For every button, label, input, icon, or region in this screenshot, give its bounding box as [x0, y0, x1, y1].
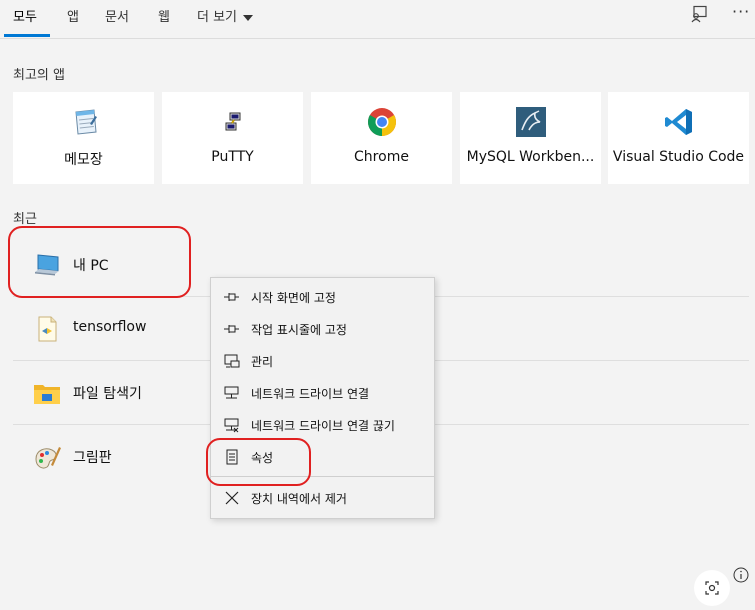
menu-item-label: 시작 화면에 고정	[251, 291, 336, 305]
app-tile-vscode[interactable]: Visual Studio Code	[608, 92, 749, 184]
menu-item-map-network-drive[interactable]: 네트워크 드라이브 연결	[211, 379, 434, 407]
app-tile-putty[interactable]: PuTTY	[162, 92, 303, 184]
tab-apps[interactable]: 앱	[67, 6, 79, 25]
menu-item-label: 네트워크 드라이브 연결 끊기	[251, 419, 395, 433]
screen-snip-button[interactable]	[694, 570, 730, 606]
tab-all[interactable]: 모두	[13, 6, 37, 25]
more-options-icon[interactable]: ···	[732, 2, 750, 21]
app-tile-mysql-workbench[interactable]: MySQL Workben...	[460, 92, 601, 184]
chrome-icon	[367, 108, 396, 136]
close-icon	[225, 491, 239, 505]
menu-item-label: 작업 표시줄에 고정	[251, 323, 347, 337]
putty-icon	[225, 112, 240, 131]
active-tab-indicator	[4, 34, 50, 37]
menu-item-label: 네트워크 드라이브 연결	[251, 387, 370, 401]
folder-icon	[34, 385, 60, 404]
menu-item-disconnect-network-drive[interactable]: 네트워크 드라이브 연결 끊기	[211, 411, 434, 439]
tab-web[interactable]: 웹	[158, 6, 170, 25]
recent-item-label: 그림판	[73, 450, 112, 466]
app-tile-label: PuTTY	[211, 149, 254, 165]
tab-more[interactable]: 더 보기	[197, 6, 254, 25]
vscode-icon	[664, 109, 692, 135]
search-tabs: 모두 앱 문서 웹 더 보기 ···	[0, 0, 755, 39]
app-tile-label: 메모장	[64, 152, 103, 168]
manage-icon	[224, 354, 240, 368]
app-tile-notepad[interactable]: 메모장	[13, 92, 154, 184]
python-file-icon	[38, 316, 57, 342]
best-apps-title: 최고의 앱	[13, 68, 65, 83]
menu-item-label: 관리	[251, 355, 274, 369]
app-tile-chrome[interactable]: Chrome	[311, 92, 452, 184]
menu-item-pin-to-start[interactable]: 시작 화면에 고정	[211, 283, 434, 311]
chevron-down-icon	[243, 14, 254, 21]
scan-icon	[705, 581, 719, 595]
tab-documents[interactable]: 문서	[105, 6, 129, 25]
network-drive-disconnect-icon	[224, 418, 239, 433]
app-tile-label: Chrome	[354, 149, 409, 165]
pin-icon	[224, 293, 239, 301]
feedback-icon[interactable]	[690, 5, 708, 23]
recent-title: 최근	[13, 212, 37, 227]
app-tile-label: Visual Studio Code	[612, 149, 745, 165]
network-drive-icon	[224, 386, 239, 399]
info-icon[interactable]	[733, 567, 749, 583]
recent-item-label: 파일 탐색기	[73, 386, 142, 402]
notepad-icon	[74, 109, 97, 135]
menu-item-label: 장치 내역에서 제거	[251, 492, 347, 506]
mysql-workbench-icon	[515, 107, 546, 137]
menu-item-manage[interactable]: 관리	[211, 347, 434, 375]
highlight-properties	[206, 438, 311, 486]
tab-more-label: 더 보기	[197, 10, 238, 25]
recent-item-label: tensorflow	[73, 319, 147, 335]
highlight-my-pc	[8, 226, 191, 298]
app-tile-label: MySQL Workben...	[466, 149, 595, 165]
menu-item-remove-from-history[interactable]: 장치 내역에서 제거	[211, 484, 434, 512]
menu-item-pin-to-taskbar[interactable]: 작업 표시줄에 고정	[211, 315, 434, 343]
paint-icon	[35, 447, 61, 469]
pin-icon	[224, 325, 239, 333]
